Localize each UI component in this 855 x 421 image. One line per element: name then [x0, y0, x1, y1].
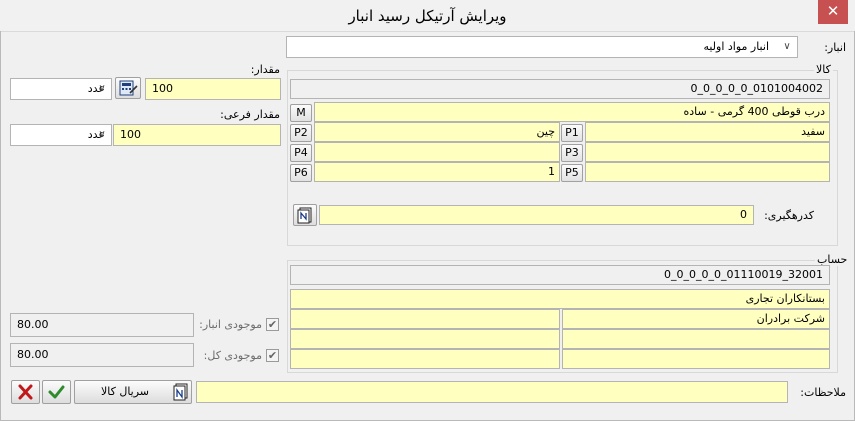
account-detail-3[interactable]: [562, 329, 830, 349]
tracking-lookup-icon: [297, 207, 312, 224]
cancel-icon: [18, 384, 33, 400]
tracking-code-label: کدرهگیری:: [764, 209, 814, 222]
notes-input[interactable]: [196, 381, 788, 403]
p1-field[interactable]: سفید: [585, 122, 830, 142]
item-code-field[interactable]: 0_0_0_0_0_0101004002: [290, 79, 830, 99]
item-name-field[interactable]: درب قوطی 400 گرمی - ساده: [314, 102, 830, 122]
p2-button[interactable]: P2: [290, 124, 312, 142]
item-serial-button[interactable]: سریال کالا: [74, 380, 192, 404]
p3-field[interactable]: [585, 142, 830, 162]
warehouse-stock-label: موجودی انبار:: [199, 318, 262, 331]
window-title: ویرایش آرتیکل رسید انبار: [348, 7, 507, 25]
item-group-title: کالا: [814, 63, 833, 76]
p5-field[interactable]: [585, 162, 830, 182]
sub-quantity-input[interactable]: 100: [113, 124, 281, 146]
tracking-code-field[interactable]: 0: [319, 205, 754, 225]
p4-field[interactable]: [314, 142, 560, 162]
p3-button[interactable]: P3: [561, 144, 583, 162]
sub-quantity-label: مقدار فرعی:: [220, 108, 280, 121]
warehouse-combo[interactable]: انبار مواد اولیه: [286, 36, 798, 58]
warehouse-stock-field: 80.00: [10, 313, 194, 337]
close-button[interactable]: ✕: [818, 0, 848, 24]
sub-quantity-unit-chevron-down-icon[interactable]: ∨: [94, 126, 110, 144]
account-detail-6[interactable]: [290, 349, 560, 369]
warehouse-stock-checkbox[interactable]: ✔: [266, 318, 279, 331]
tracking-lookup-button[interactable]: [293, 204, 317, 226]
m-button[interactable]: M: [290, 104, 312, 122]
total-stock-label: موجودی کل:: [203, 349, 262, 362]
total-stock-checkbox[interactable]: ✔: [266, 349, 279, 362]
notes-label: ملاحظات:: [800, 386, 846, 399]
item-serial-label: سریال کالا: [100, 385, 150, 398]
p2-field[interactable]: چین: [314, 122, 560, 142]
p6-button[interactable]: P6: [290, 164, 312, 182]
account-code-field[interactable]: 0_0_0_0_0_01110019_32001: [290, 265, 830, 285]
calculator-icon: [119, 80, 138, 96]
p1-button[interactable]: P1: [561, 124, 583, 142]
account-detail-1[interactable]: شرکت برادران: [562, 309, 830, 329]
ok-button[interactable]: [42, 380, 71, 404]
account-detail-5[interactable]: [562, 349, 830, 369]
account-detail-4[interactable]: [290, 329, 560, 349]
warehouse-value: انبار مواد اولیه: [703, 40, 769, 53]
total-stock-field: 80.00: [10, 343, 194, 367]
quantity-unit-chevron-down-icon[interactable]: ∨: [94, 80, 110, 98]
p4-button[interactable]: P4: [290, 144, 312, 162]
warehouse-chevron-down-icon[interactable]: ∨: [779, 38, 795, 56]
serial-list-icon: [173, 383, 188, 401]
account-detail-2[interactable]: [290, 309, 560, 329]
warehouse-label: انبار:: [824, 41, 846, 54]
cancel-button[interactable]: [11, 380, 40, 404]
calculator-button[interactable]: [115, 77, 141, 99]
quantity-input[interactable]: 100: [145, 78, 281, 100]
quantity-label: مقدار:: [250, 63, 280, 76]
p6-field[interactable]: 1: [314, 162, 560, 182]
p5-button[interactable]: P5: [561, 164, 583, 182]
checkmark-icon: [48, 385, 65, 399]
account-name-field[interactable]: بستانکاران تجاری: [290, 289, 830, 309]
